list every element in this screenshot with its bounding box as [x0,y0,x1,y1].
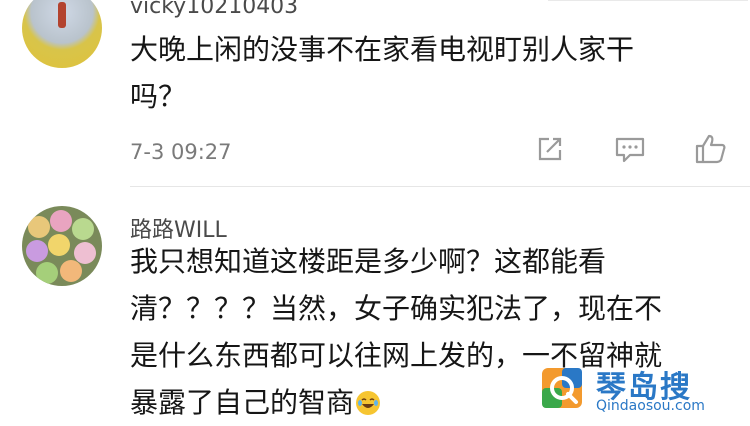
avatar[interactable] [22,0,102,68]
comment-timestamp: 7-3 09:27 [130,140,232,164]
avatar-fruit [28,216,50,238]
comment-divider [130,186,750,187]
laughing-crying-emoji [356,391,381,415]
share-icon[interactable] [533,132,567,166]
avatar-fruit [60,260,82,282]
avatar-fruit [74,242,96,264]
comment-username[interactable]: vicky10210403 [130,0,298,19]
comment-text-line: 大晚上闲的没事不在家看电视盯别人家干 [130,33,635,66]
comment-text: 大晚上闲的没事不在家看电视盯别人家干 吗？ [130,26,730,120]
comment-text-segment: 暴露了自己的智商 [130,386,355,419]
avatar-fruit [48,234,70,256]
watermark-logo-icon [540,364,586,412]
watermark: 琴岛搜 Qindaosou.com [540,364,748,420]
like-icon[interactable] [694,132,728,166]
comment-text-line: 吗？ [130,80,187,113]
avatar-fruit [36,262,58,284]
avatar[interactable] [22,206,102,286]
comment-text-line: 我只想知道这楼距是多少啊？这都能看 [130,245,607,278]
avatar-fruit [26,240,48,262]
comment-text-line: 清？？？？当然，女子确实犯法了，现在不 [130,292,663,325]
comment-item: vicky10210403 大晚上闲的没事不在家看电视盯别人家干 吗？ 7-3 … [0,0,750,187]
avatar-fruit [50,210,72,232]
avatar-fruit [72,218,94,240]
avatar-figure [58,2,66,28]
reply-icon[interactable] [613,132,647,166]
watermark-url: Qindaosou.com [596,398,705,414]
